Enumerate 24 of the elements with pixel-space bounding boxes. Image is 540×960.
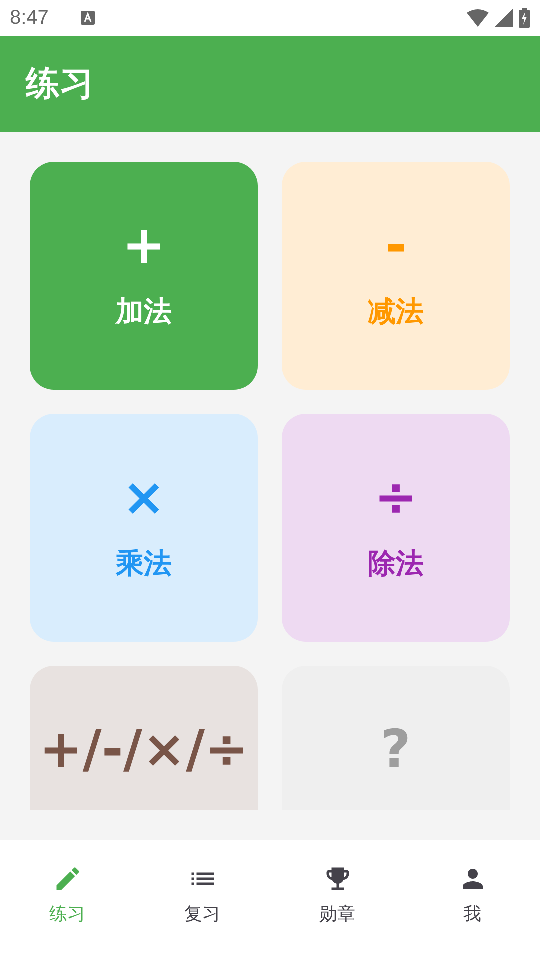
- status-time: 8:47: [10, 6, 49, 30]
- operator-symbol: -: [385, 215, 407, 278]
- practice-card[interactable]: ÷ 除法: [282, 414, 510, 642]
- card-label: 除法: [368, 546, 424, 582]
- nav-tab[interactable]: 勋章: [270, 840, 405, 960]
- battery-icon: [519, 8, 530, 28]
- operator-symbol: +/-/×/÷: [39, 719, 249, 782]
- operator-symbol: ×: [122, 467, 166, 530]
- practice-card[interactable]: × 乘法: [30, 414, 258, 642]
- operator-symbol: ÷: [374, 467, 418, 530]
- wifi-icon: [467, 9, 489, 27]
- card-label: 乘法: [116, 546, 172, 582]
- signal-icon: [495, 9, 513, 27]
- nav-tab[interactable]: 练习: [0, 840, 135, 960]
- practice-card[interactable]: +/-/×/÷: [30, 666, 258, 810]
- nav-tab[interactable]: 我: [405, 840, 540, 960]
- operator-symbol: +: [122, 215, 166, 278]
- operator-symbol: ?: [380, 719, 412, 782]
- card-label: 加法: [116, 294, 172, 330]
- nav-tab[interactable]: 复习: [135, 840, 270, 960]
- practice-card[interactable]: + 加法: [30, 162, 258, 390]
- card-label: 减法: [368, 294, 424, 330]
- app-title: 练习: [26, 63, 94, 106]
- keyboard-icon: [80, 11, 95, 25]
